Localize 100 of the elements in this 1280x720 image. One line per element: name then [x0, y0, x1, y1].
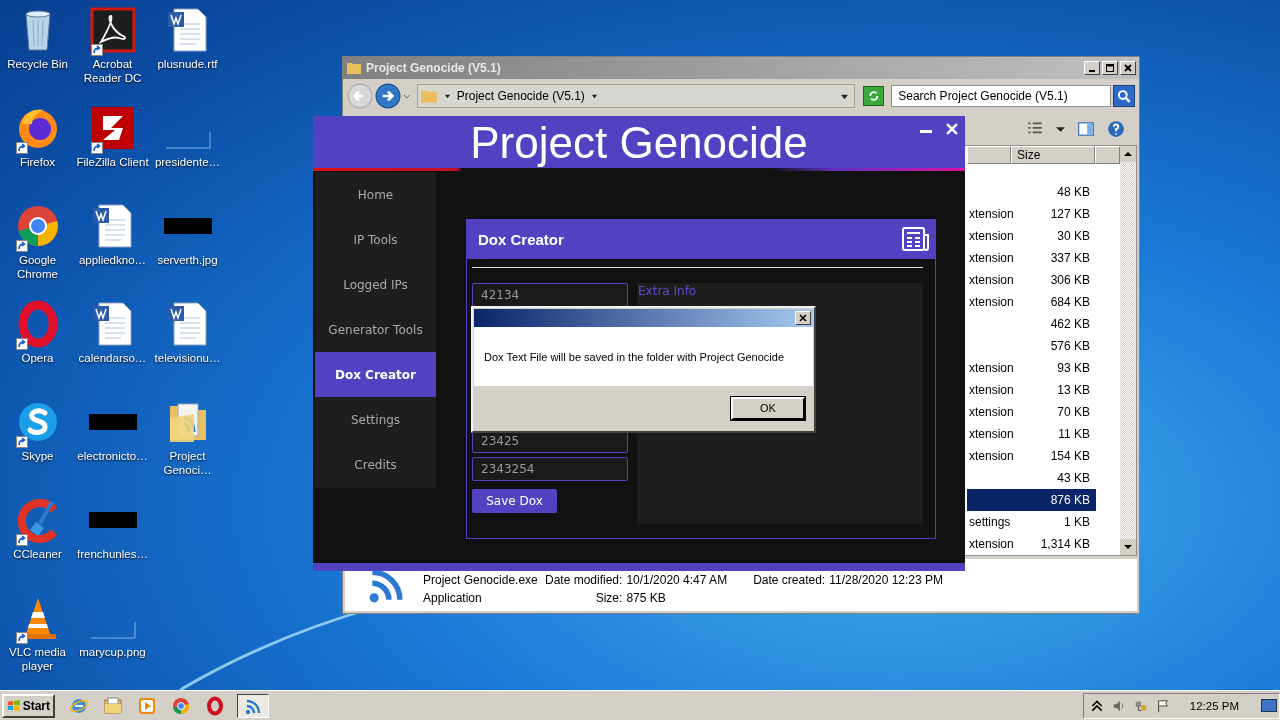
- file-type: xtension: [969, 405, 1014, 419]
- file-row[interactable]: 43 KB: [967, 467, 1096, 489]
- file-row[interactable]: xtension 30 KB: [967, 225, 1096, 247]
- icon-label: serverth.jpg: [157, 253, 218, 267]
- file-size: 1 KB: [1063, 515, 1091, 529]
- file-size: 154 KB: [1049, 449, 1091, 463]
- file-row[interactable]: 876 KB: [967, 489, 1096, 511]
- file-row[interactable]: xtension 70 KB: [967, 401, 1096, 423]
- forward-button[interactable]: [375, 83, 401, 109]
- scroll-up-button[interactable]: [1120, 146, 1136, 162]
- file-size: 337 KB: [1049, 251, 1091, 265]
- file-row[interactable]: xtension 127 KB: [967, 203, 1096, 225]
- nav-item[interactable]: Home: [315, 172, 436, 217]
- nav-item[interactable]: Credits: [315, 442, 436, 487]
- detail-label: Date created:: [753, 573, 826, 587]
- file-type: xtension: [969, 295, 1014, 309]
- start-button[interactable]: Start: [2, 693, 55, 718]
- file-row[interactable]: xtension 306 KB: [967, 269, 1096, 291]
- file-row[interactable]: xtension 337 KB: [967, 247, 1096, 269]
- detail-value: 875 KB: [626, 591, 667, 605]
- nav-item[interactable]: Generator Tools: [315, 307, 436, 352]
- show-desktop-icon[interactable]: [1261, 698, 1277, 713]
- speaker-icon[interactable]: [1111, 698, 1126, 713]
- file-size: 93 KB: [1056, 361, 1091, 375]
- file-size: 1,314 KB: [1039, 537, 1091, 551]
- file-size: 13 KB: [1056, 383, 1091, 397]
- app-title: Project Genocide: [470, 118, 808, 168]
- newspaper-icon: [902, 227, 930, 251]
- detail-value: 10/1/2020 4:47 AM: [626, 573, 728, 587]
- caret-icon[interactable]: [1056, 124, 1065, 134]
- start-label[interactable]: Start: [22, 698, 50, 713]
- folder-icon: [419, 87, 438, 105]
- icon-label: Acrobat Reader DC: [82, 57, 143, 85]
- file-row[interactable]: 462 KB: [967, 313, 1096, 335]
- flag-icon[interactable]: [1155, 698, 1170, 713]
- file-row[interactable]: xtension 154 KB: [967, 445, 1096, 467]
- file-size: 48 KB: [1056, 185, 1091, 199]
- detail-label: Size:: [595, 591, 623, 605]
- file-row[interactable]: xtension 1,314 KB: [967, 533, 1096, 555]
- icon-label: calendarso…: [78, 351, 147, 365]
- file-size: 876 KB: [1049, 493, 1091, 507]
- save-button[interactable]: Save Dox: [472, 489, 557, 513]
- scroll-down-button[interactable]: [1120, 539, 1136, 555]
- detail-value: 11/28/2020 12:23 PM: [829, 573, 944, 587]
- close-button[interactable]: [945, 122, 959, 136]
- icon-label: electronicto…: [77, 449, 148, 463]
- detail-label: Date modified:: [545, 573, 623, 587]
- file-size: 462 KB: [1049, 317, 1091, 331]
- column-header[interactable]: Size: [1011, 146, 1095, 164]
- help-icon[interactable]: [1107, 120, 1125, 138]
- file-type: xtension: [969, 449, 1014, 463]
- input-field[interactable]: 42134: [472, 283, 628, 307]
- file-size: 684 KB: [1049, 295, 1091, 309]
- nav-item[interactable]: Logged IPs: [315, 262, 436, 307]
- file-size: 30 KB: [1056, 229, 1091, 243]
- file-row[interactable]: xtension 684 KB: [967, 291, 1096, 313]
- show-hidden-icon[interactable]: [1089, 698, 1104, 713]
- scrollbar[interactable]: [1120, 146, 1136, 555]
- nav-item[interactable]: Dox Creator: [315, 352, 436, 397]
- caret-icon[interactable]: [443, 92, 451, 100]
- icon-label: frenchunles…: [77, 547, 148, 561]
- file-row[interactable]: xtension 13 KB: [967, 379, 1096, 401]
- file-row[interactable]: settings 1 KB: [967, 511, 1096, 533]
- file-row[interactable]: 576 KB: [967, 335, 1096, 357]
- folder-icon: [346, 60, 362, 76]
- caret-icon[interactable]: [840, 92, 848, 100]
- file-type: xtension: [969, 229, 1014, 243]
- icon-label: VLC media player: [8, 645, 67, 673]
- file-row[interactable]: 48 KB: [967, 181, 1096, 203]
- file-type: xtension: [969, 537, 1014, 551]
- icon-label: Skype: [21, 449, 54, 463]
- column-header[interactable]: [967, 146, 1011, 164]
- icon-label: presidente…: [154, 155, 221, 169]
- file-size: 127 KB: [1049, 207, 1091, 221]
- column-header[interactable]: [1095, 146, 1120, 164]
- file-type: xtension: [969, 427, 1014, 441]
- icon-label: marycup.png: [79, 645, 146, 659]
- caret-icon[interactable]: [590, 92, 598, 100]
- taskbar-button[interactable]: [237, 693, 269, 718]
- address-bar[interactable]: Project Genocide (V5.1): [416, 84, 855, 108]
- input-field[interactable]: 2343254: [472, 457, 628, 481]
- window-title: Project Genocide (V5.1): [366, 61, 502, 75]
- search-field[interactable]: Search Project Genocide (V5.1): [891, 85, 1112, 107]
- file-row[interactable]: xtension 93 KB: [967, 357, 1096, 379]
- address-path[interactable]: Project Genocide (V5.1): [456, 89, 585, 103]
- icon-label: televisionu…: [154, 351, 221, 365]
- file-name: Project Genocide.exe: [423, 573, 539, 587]
- file-size: 306 KB: [1049, 273, 1091, 287]
- icon-label: plusnude.rtf: [157, 57, 218, 71]
- nav-item[interactable]: IP Tools: [315, 217, 436, 262]
- file-row[interactable]: xtension 11 KB: [967, 423, 1096, 445]
- ok-button[interactable]: OK: [731, 396, 805, 420]
- preview-pane-icon[interactable]: [1077, 120, 1095, 138]
- file-type: xtension: [969, 207, 1014, 221]
- file-type: Application: [423, 591, 483, 605]
- icon-label: Recycle Bin: [7, 57, 68, 71]
- icon-label: CCleaner: [13, 547, 62, 561]
- nav-item[interactable]: Settings: [315, 397, 436, 442]
- pdf-document-icon[interactable]: [88, 6, 137, 54]
- clock[interactable]: 12:25 PM: [1189, 699, 1239, 712]
